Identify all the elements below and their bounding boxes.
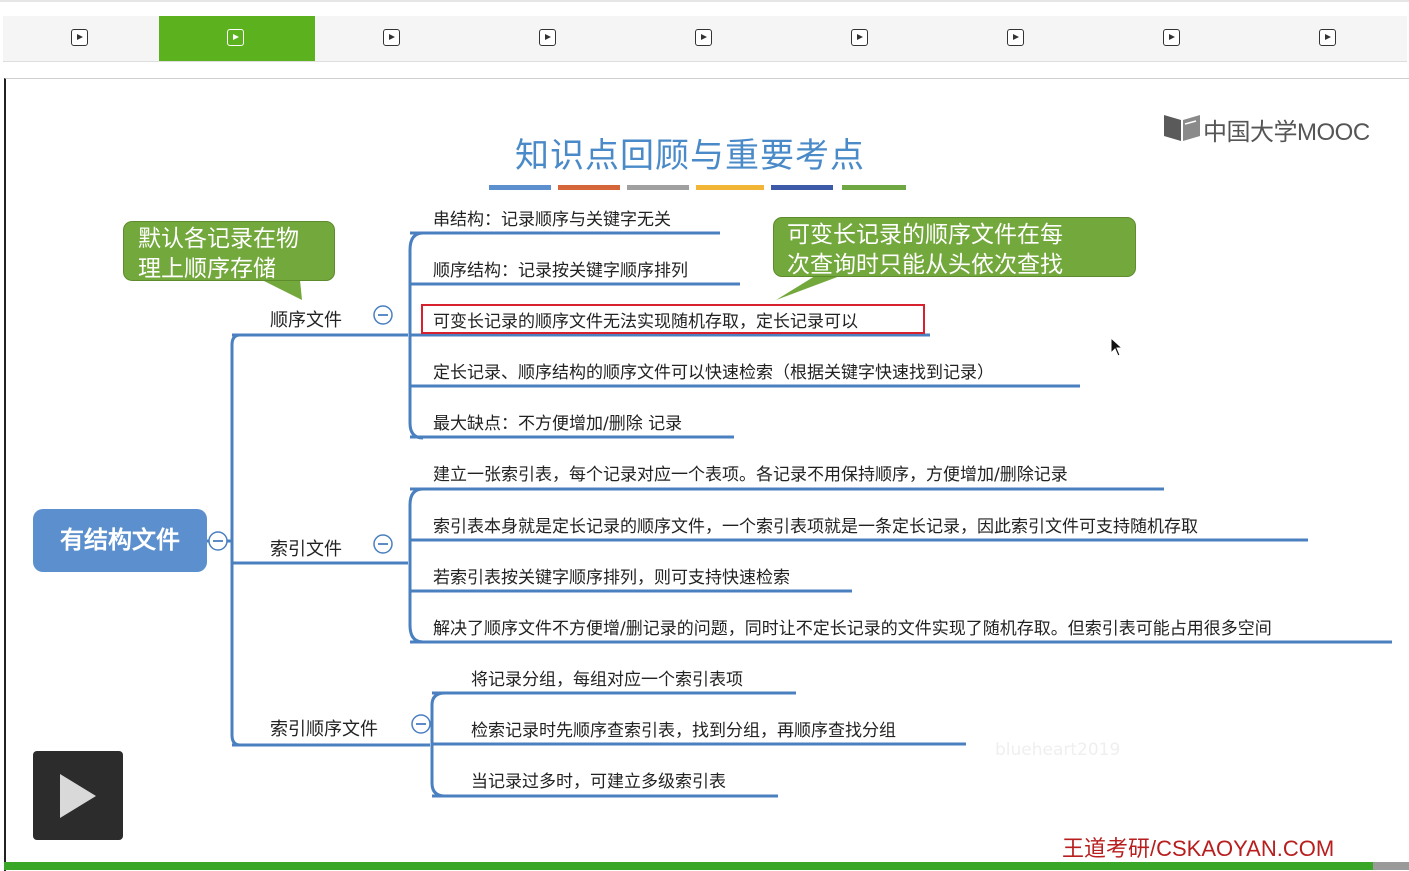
leaf-index-4: 解决了顺序文件不方便增/删记录的问题，同时让不定长记录的文件实现了随机存取。但索… — [433, 619, 1272, 639]
leaf-indexseq-2: 检索记录时先顺序查索引表，找到分组，再顺序查找分组 — [471, 721, 896, 741]
progress-bar-track[interactable] — [1373, 862, 1409, 870]
callout-left-line-1: 默认各记录在物 — [138, 226, 299, 252]
leaf-seq-4: 定长记录、顺序结构的顺序文件可以快速检索（根据关键字快速找到记录） — [433, 363, 994, 383]
callout-right: 可变长记录的顺序文件在每 次查询时只能从头依次查找 — [773, 217, 1136, 278]
branch-index-seq-file[interactable]: 索引顺序文件 — [270, 715, 378, 741]
leaf-index-3: 若索引表按关键字顺序排列，则可支持快速检索 — [433, 568, 790, 588]
leaf-index-2: 索引表本身就是定长记录的顺序文件，一个索引表项就是一条定长记录，因此索引文件可支… — [433, 517, 1198, 537]
callout-right-line-2: 次查询时只能从头依次查找 — [787, 252, 1063, 278]
mindmap-root[interactable]: 有结构文件 — [33, 509, 207, 572]
callout-left-line-2: 理上顺序存储 — [138, 256, 276, 282]
leaf-seq-3: 可变长记录的顺序文件无法实现随机存取，定长记录可以 — [433, 312, 858, 332]
branch-index-file[interactable]: 索引文件 — [270, 535, 342, 561]
callout-left: 默认各记录在物 理上顺序存储 — [123, 221, 335, 282]
footer-brand: 王道考研/CSKAOYAN.COM — [1062, 836, 1335, 861]
progress-bar-fill[interactable] — [4, 862, 1373, 870]
leaf-seq-5: 最大缺点：不方便增加/删除 记录 — [433, 414, 683, 434]
leaf-index-1: 建立一张索引表，每个记录对应一个表项。各记录不用保持顺序，方便增加/删除记录 — [433, 465, 1068, 485]
leaf-seq-2: 顺序结构：记录按关键字顺序排列 — [433, 261, 688, 281]
mouse-cursor-icon — [1110, 337, 1124, 357]
play-button[interactable] — [33, 751, 123, 840]
watermark: blueheart2019 — [995, 740, 1121, 760]
branch-seq-file[interactable]: 顺序文件 — [270, 306, 342, 332]
leaf-indexseq-1: 将记录分组，每组对应一个索引表项 — [471, 670, 743, 690]
leaf-indexseq-3: 当记录过多时，可建立多级索引表 — [471, 772, 726, 792]
leaf-seq-1: 串结构：记录顺序与关键字无关 — [433, 210, 671, 230]
callout-right-line-1: 可变长记录的顺序文件在每 — [787, 222, 1063, 248]
